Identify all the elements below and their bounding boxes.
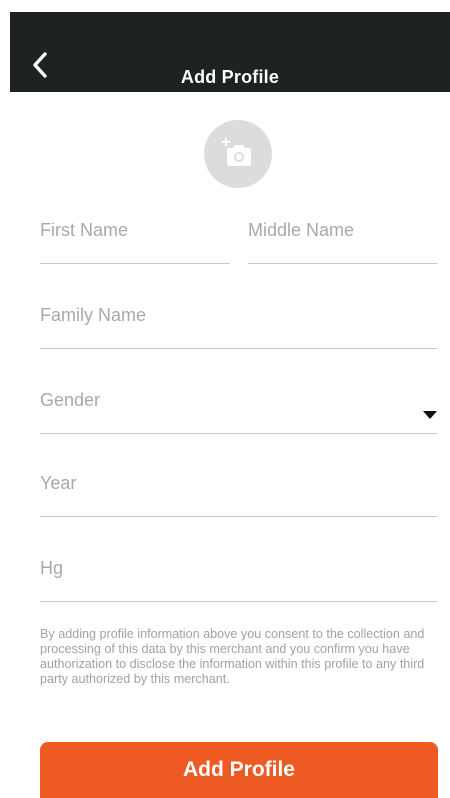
add-profile-button[interactable]: Add Profile [40,742,438,798]
field-underline [40,433,437,434]
add-photo-button[interactable] [204,120,272,188]
field-underline [40,348,437,349]
gender-select[interactable]: Gender [40,385,437,434]
caret-down-icon [423,411,437,419]
middle-name-placeholder: Middle Name [248,220,355,240]
field-underline [40,601,437,602]
hg-field[interactable]: Hg [40,553,437,602]
field-underline [248,263,437,264]
gender-placeholder: Gender [40,390,101,410]
year-field[interactable]: Year [40,468,437,517]
middle-name-field[interactable]: Middle Name [248,215,437,264]
family-name-field[interactable]: Family Name [40,300,437,349]
family-name-placeholder: Family Name [40,305,147,325]
consent-text: By adding profile information above you … [40,627,425,686]
year-placeholder: Year [40,473,77,493]
add-photo-camera-icon [222,138,251,166]
field-underline [40,263,230,264]
field-underline [40,516,437,517]
page-title: Add Profile [180,67,280,87]
hg-placeholder: Hg [40,558,64,578]
first-name-placeholder: First Name [40,220,129,240]
app-header: Add Profile [10,12,450,92]
first-name-field[interactable]: First Name [40,215,230,264]
